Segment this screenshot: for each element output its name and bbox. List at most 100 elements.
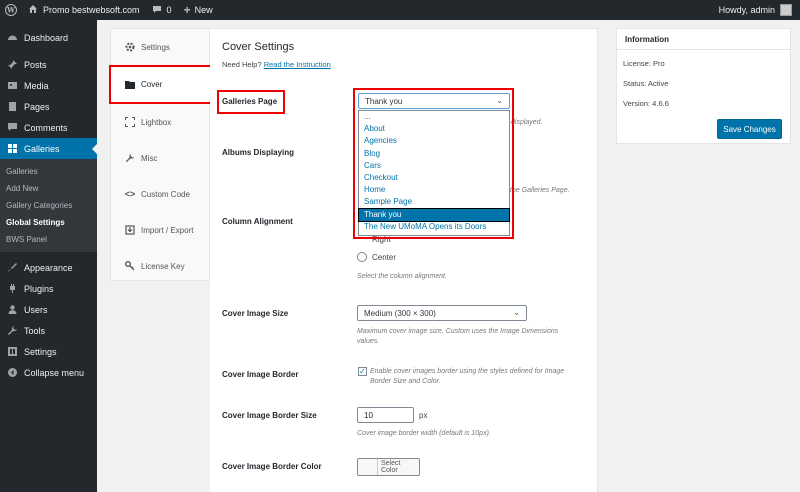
galleries-page-select[interactable]: Thank you ⌄ <box>358 93 510 109</box>
galleries-submenu: Galleries Add New Gallery Categories Glo… <box>0 159 97 252</box>
sidebar-item-dashboard[interactable]: Dashboard <box>0 27 97 48</box>
tab-custom-code[interactable]: <> Custom Code <box>111 176 209 212</box>
home-icon <box>28 4 38 16</box>
information-box: Information License: Pro Status: Active … <box>616 28 791 144</box>
dropdown-option[interactable]: About <box>359 123 509 135</box>
column-alignment-desc: Select the column alignment. <box>357 273 447 280</box>
cover-image-size-select[interactable]: Medium (300 × 300) ⌄ <box>357 305 527 321</box>
tab-label: Cover <box>141 80 163 89</box>
galleries-page-label: Galleries Page <box>222 97 278 106</box>
information-title: Information <box>617 29 790 50</box>
dropdown-option[interactable]: ... <box>359 111 509 123</box>
submenu-item-add-new[interactable]: Add New <box>0 180 97 197</box>
comments-link[interactable]: 0 <box>146 0 178 20</box>
dashboard-icon <box>6 32 18 44</box>
tab-settings[interactable]: Settings <box>111 29 209 65</box>
color-swatch <box>358 459 378 475</box>
wrench-icon <box>124 153 136 163</box>
folder-icon <box>124 80 136 89</box>
dropdown-option[interactable]: Blog <box>359 148 509 160</box>
my-account-link[interactable]: Howdy, admin <box>713 0 800 20</box>
gallery-icon <box>6 143 18 155</box>
tab-import-export[interactable]: Import / Export <box>111 212 209 248</box>
albums-displaying-desc: the Galleries Page. <box>510 187 570 194</box>
submenu-item-global-settings[interactable]: Global Settings <box>0 214 97 231</box>
albums-displaying-label: Albums Displaying <box>222 148 295 157</box>
settings-tabs: Settings Cover Lightbox Misc <> Custom C… <box>109 28 212 284</box>
galleries-page-desc: displayed. <box>511 119 543 126</box>
howdy-text: Howdy, admin <box>718 5 775 15</box>
sidebar-item-settings[interactable]: Settings <box>0 341 97 362</box>
sidebar-item-plugins[interactable]: Plugins <box>0 278 97 299</box>
svg-text:W: W <box>6 6 15 15</box>
tab-misc[interactable]: Misc <box>111 140 209 176</box>
dropdown-option[interactable]: Sample Page <box>359 196 509 208</box>
tab-cover[interactable]: Cover <box>109 65 212 104</box>
cover-image-border-label: Cover Image Border <box>222 370 299 379</box>
comment-icon <box>152 5 162 16</box>
expand-icon <box>124 117 136 127</box>
sidebar-item-pages[interactable]: Pages <box>0 96 97 117</box>
dropdown-option[interactable]: Cars <box>359 160 509 172</box>
license-text: License: Pro <box>623 59 665 68</box>
save-changes-button[interactable]: Save Changes <box>717 119 782 139</box>
cover-image-size-label: Cover Image Size <box>222 309 289 318</box>
alignment-center-radio[interactable] <box>357 252 367 262</box>
new-content-link[interactable]: + New <box>178 0 219 20</box>
help-line: Need Help? Read the Instruction <box>222 60 331 69</box>
sidebar-item-label: Collapse menu <box>24 367 85 378</box>
cover-image-border-checkbox[interactable]: ✓ <box>358 367 367 376</box>
cover-image-border-desc: Enable cover images border using the sty… <box>370 368 565 385</box>
settings-icon <box>6 346 18 358</box>
dropdown-option[interactable]: Checkout <box>359 172 509 184</box>
page-icon <box>6 101 18 113</box>
sidebar-item-label: Galleries <box>24 143 60 154</box>
border-size-input[interactable]: 10 <box>357 407 414 423</box>
sidebar-item-media[interactable]: Media <box>0 75 97 96</box>
galleries-page-dropdown: ... About Agencies Blog Cars Checkout Ho… <box>358 110 510 236</box>
plus-icon: + <box>183 3 191 17</box>
site-name: Promo bestwebsoft.com <box>43 5 140 15</box>
comment-icon <box>6 122 18 134</box>
sidebar-item-comments[interactable]: Comments <box>0 117 97 138</box>
sidebar-item-collapse[interactable]: Collapse menu <box>0 362 97 383</box>
submenu-item-bws-panel[interactable]: BWS Panel <box>0 231 97 248</box>
avatar <box>780 4 792 16</box>
wrench-icon <box>6 325 18 337</box>
collapse-icon <box>6 367 18 379</box>
page-title: Cover Settings <box>222 41 295 53</box>
alignment-right-label: Right <box>372 235 391 244</box>
chevron-down-icon: ⌄ <box>496 96 503 105</box>
submenu-item-gallery-categories[interactable]: Gallery Categories <box>0 197 97 214</box>
site-name-link[interactable]: Promo bestwebsoft.com <box>22 0 146 20</box>
wordpress-logo-icon[interactable]: W <box>0 0 22 20</box>
tab-label: Settings <box>141 42 170 52</box>
tab-label: Custom Code <box>141 189 190 199</box>
sidebar-item-tools[interactable]: Tools <box>0 320 97 341</box>
alignment-center-label: Center <box>372 253 397 262</box>
tab-license-key[interactable]: License Key <box>111 248 209 284</box>
dropdown-option[interactable]: Home <box>359 184 509 196</box>
border-size-unit: px <box>419 411 428 420</box>
dropdown-option[interactable]: The New UMoMA Opens its Doors <box>359 221 509 233</box>
dropdown-option[interactable]: Agencies <box>359 135 509 147</box>
sidebar-item-label: Media <box>24 80 49 91</box>
sidebar-item-appearance[interactable]: Appearance <box>0 257 97 278</box>
select-color-button[interactable]: Select Color <box>357 458 420 476</box>
tab-lightbox[interactable]: Lightbox <box>111 104 209 140</box>
user-icon <box>6 304 18 316</box>
instruction-link[interactable]: Read the Instruction <box>264 60 331 69</box>
sidebar-item-galleries[interactable]: Galleries <box>0 138 97 159</box>
sidebar-item-label: Appearance <box>24 262 73 273</box>
dropdown-option-selected[interactable]: Thank you <box>358 207 510 222</box>
cover-image-border-color-label: Cover Image Border Color <box>222 462 322 471</box>
brush-icon <box>6 262 18 274</box>
status-text: Status: Active <box>623 79 669 88</box>
sidebar-item-posts[interactable]: Posts <box>0 54 97 75</box>
sidebar-item-users[interactable]: Users <box>0 299 97 320</box>
code-icon: <> <box>124 189 136 199</box>
version-text: Version: 4.6.6 <box>623 99 669 108</box>
submenu-item-galleries[interactable]: Galleries <box>0 163 97 180</box>
sidebar-item-label: Plugins <box>24 283 54 294</box>
sidebar-item-label: Pages <box>24 101 50 112</box>
